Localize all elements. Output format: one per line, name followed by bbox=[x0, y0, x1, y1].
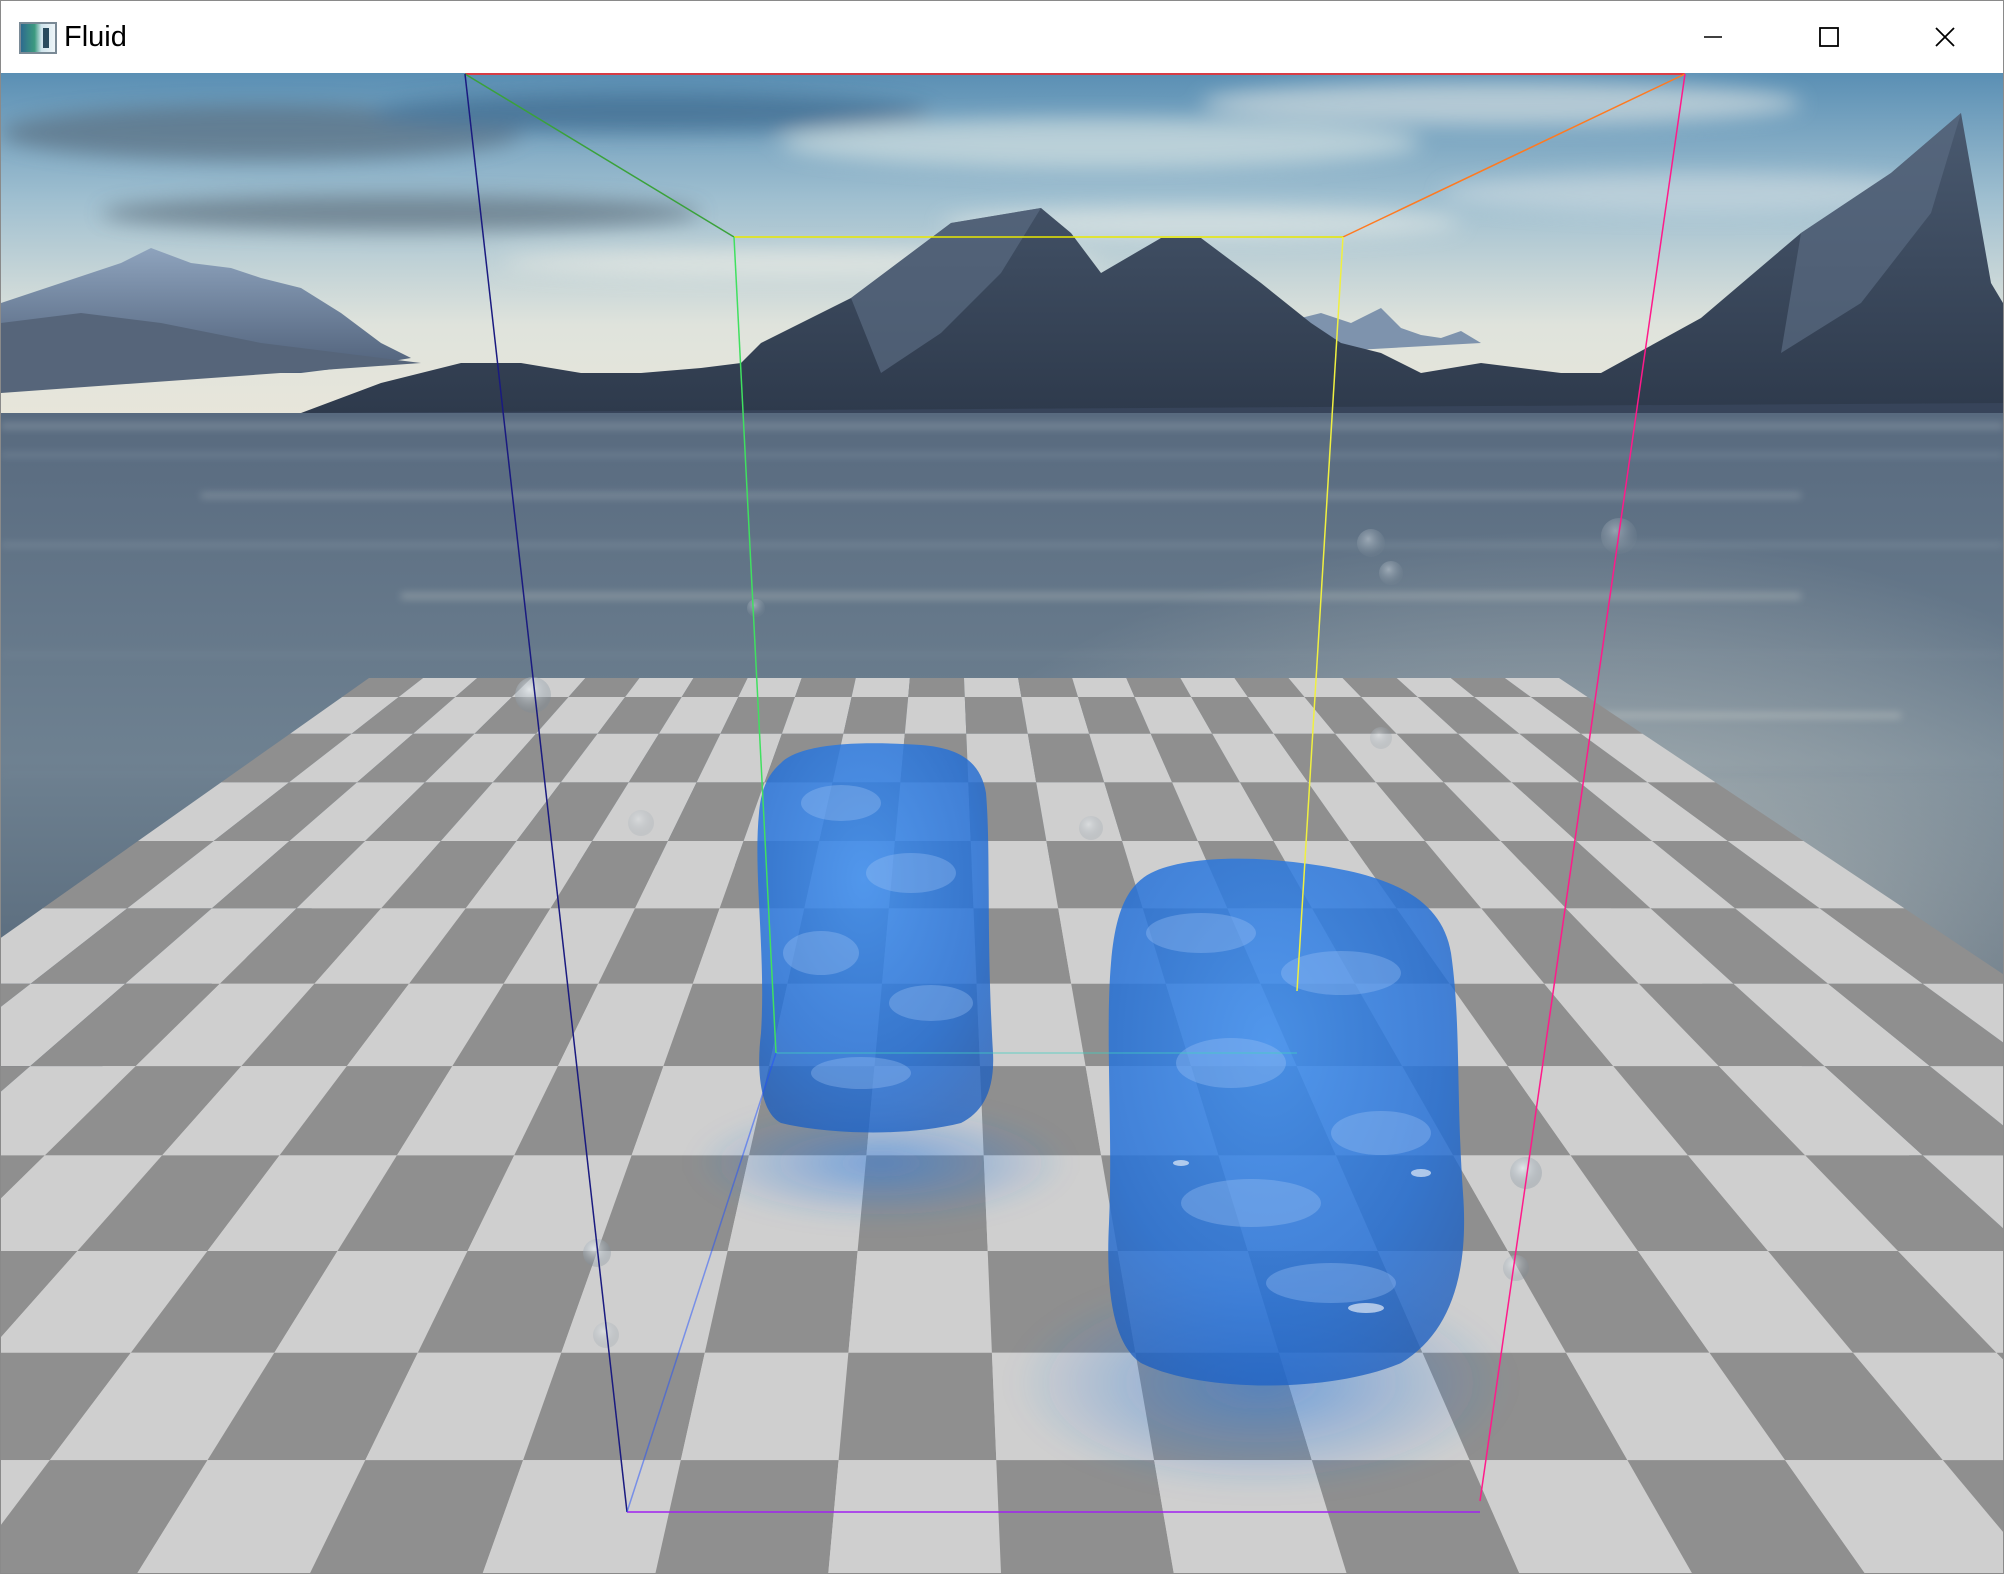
floor-tile bbox=[1018, 678, 1078, 697]
floor-tile bbox=[908, 678, 965, 697]
floor-tile bbox=[848, 1251, 992, 1353]
floor-tile bbox=[904, 697, 967, 734]
floor-tile bbox=[964, 697, 1028, 734]
fluid-column-right bbox=[1108, 858, 1465, 1386]
close-icon bbox=[1935, 27, 1955, 47]
close-button[interactable] bbox=[1887, 1, 2003, 73]
floor-tile bbox=[851, 678, 910, 697]
floor-tile bbox=[838, 1352, 997, 1461]
floor-tile bbox=[828, 1460, 1001, 1573]
fluid-column-left bbox=[757, 743, 994, 1133]
floor-tile bbox=[964, 678, 1022, 697]
title-bar[interactable]: Fluid bbox=[1, 1, 2003, 73]
floor-tile bbox=[1021, 697, 1090, 734]
floor-tile bbox=[1072, 678, 1135, 697]
maximize-button[interactable] bbox=[1771, 1, 1887, 73]
floor-tile bbox=[843, 697, 909, 734]
floor-tile bbox=[1126, 678, 1192, 697]
minimize-button[interactable] bbox=[1655, 1, 1771, 73]
floor-tile bbox=[738, 678, 802, 697]
scene-canvas[interactable] bbox=[1, 73, 2003, 1573]
floor-tile bbox=[680, 1352, 849, 1461]
floor-tile bbox=[704, 1251, 858, 1353]
window-title: Fluid bbox=[64, 21, 127, 53]
render-viewport[interactable] bbox=[1, 73, 2003, 1573]
app-window: Fluid bbox=[0, 0, 2004, 1574]
fluid-app-icon[interactable] bbox=[19, 22, 57, 54]
maximize-icon bbox=[1819, 27, 1839, 47]
floor-tile bbox=[655, 1460, 839, 1573]
minimize-icon bbox=[1704, 36, 1722, 38]
floor-tile bbox=[795, 678, 856, 697]
